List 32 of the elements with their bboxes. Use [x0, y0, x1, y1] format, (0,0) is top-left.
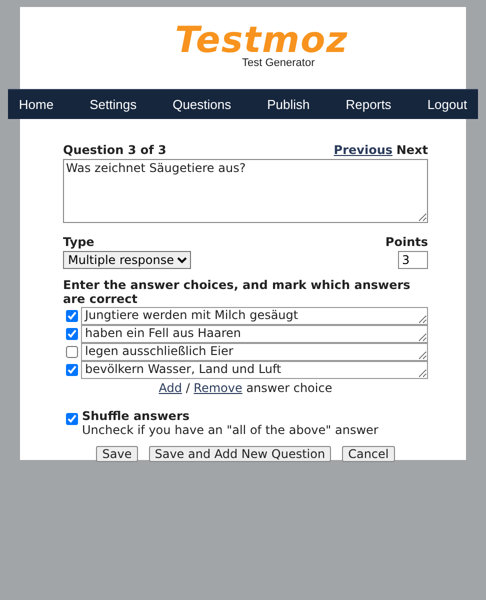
correct-checkbox[interactable]: [66, 346, 78, 358]
shuffle-hint: Uncheck if you have an "all of the above" answer: [82, 423, 378, 437]
answer-choice-actions: Add / Remove answer choice: [158, 381, 332, 395]
points-field[interactable]: 3: [398, 251, 428, 269]
question-field[interactable]: Was zeichnet Säugetiere aus?: [63, 159, 428, 223]
answer-field[interactable]: Jungtiere werden mit Milch gesäugt: [81, 307, 428, 325]
nav-link[interactable]: Reports: [346, 94, 392, 115]
correct-checkbox[interactable]: [66, 328, 78, 340]
nav-link[interactable]: Home: [18, 94, 54, 115]
question-heading: Question 3 of 3: [63, 143, 166, 157]
nav-link[interactable]: Publish: [267, 94, 310, 115]
answer-field[interactable]: legen ausschließlich Eier: [81, 343, 428, 361]
nav-link[interactable]: Logout: [427, 94, 468, 115]
type-select[interactable]: Multiple response: [63, 251, 191, 269]
correct-checkbox[interactable]: [66, 364, 78, 376]
previous-link[interactable]: Previous: [334, 143, 392, 157]
type-label: Type: [63, 235, 96, 249]
points-label: Points: [385, 235, 428, 249]
next-label: Next: [396, 143, 428, 157]
nav-link[interactable]: Questions: [172, 94, 232, 115]
form-button[interactable]: Save: [96, 446, 138, 462]
shuffle-label: Shuffle answers: [82, 409, 191, 423]
nav-link[interactable]: Settings: [90, 94, 137, 115]
add-link[interactable]: Add: [158, 381, 182, 395]
answers-instruction: Enter the answer choices, and mark which answers are correct: [63, 278, 412, 306]
answer-field[interactable]: bevölkern Wasser, Land und Luft: [81, 361, 428, 379]
remove-link[interactable]: Remove: [194, 381, 242, 395]
form-button[interactable]: Cancel: [342, 446, 395, 462]
form-button[interactable]: Save and Add New Question: [148, 446, 332, 462]
correct-checkbox[interactable]: [66, 310, 78, 322]
answer-field[interactable]: haben ein Fell aus Haaren: [81, 325, 428, 343]
shuffle-checkbox[interactable]: [66, 413, 78, 425]
